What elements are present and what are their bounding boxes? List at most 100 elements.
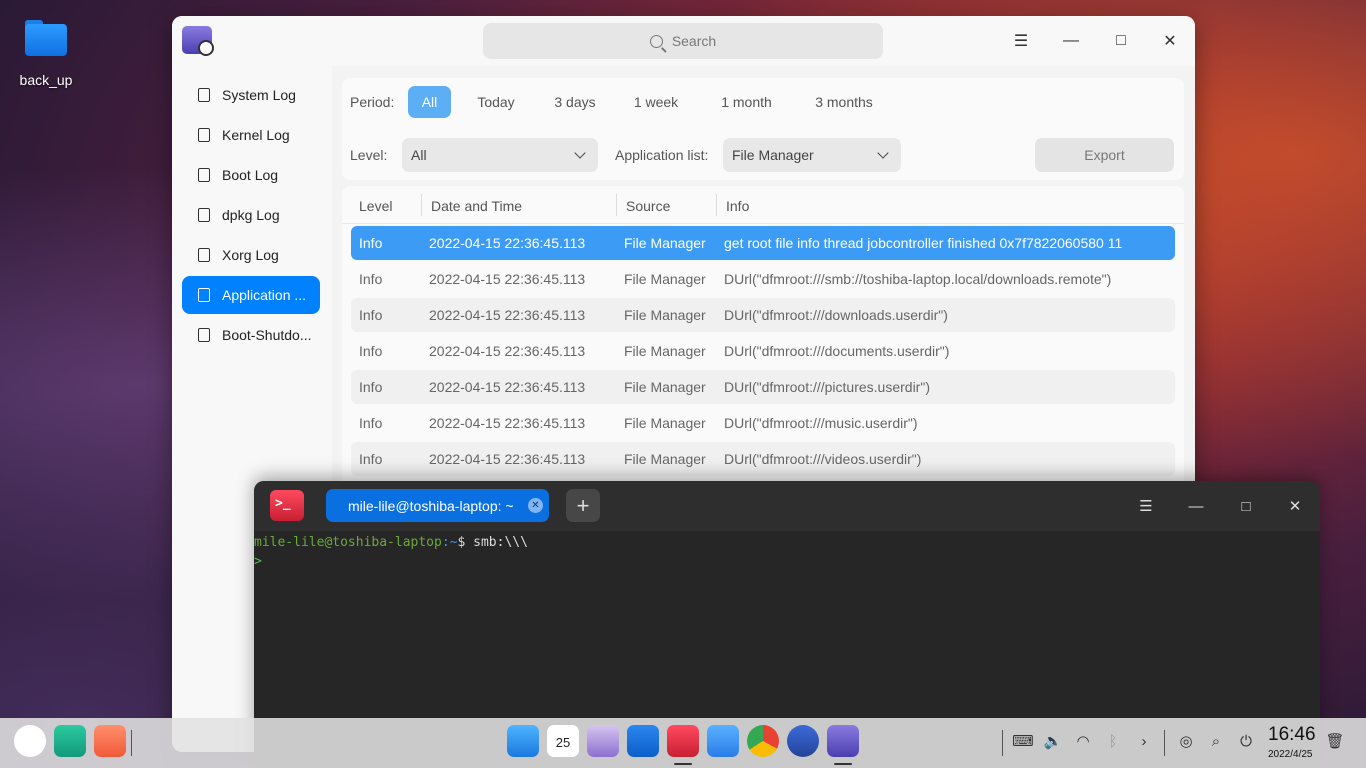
xorg-log-icon [198, 248, 210, 262]
system-monitor-icon[interactable]: ◎ [1175, 730, 1197, 752]
app-store-icon[interactable] [627, 725, 659, 757]
sidebar-item-kernel-log[interactable]: Kernel Log [182, 116, 320, 154]
sidebar-item-application-log[interactable]: Application ... [182, 276, 320, 314]
application-list-select[interactable]: File Manager [723, 138, 901, 172]
keyboard-icon[interactable]: ⌨ [1012, 730, 1034, 752]
bluetooth-icon[interactable]: ᛒ [1102, 730, 1124, 752]
column-header-datetime[interactable]: Date and Time [431, 198, 522, 214]
sidebar-item-label: Xorg Log [222, 247, 279, 263]
workspace-icon[interactable] [94, 725, 126, 757]
period-today-button[interactable]: Today [466, 86, 526, 118]
sidebar-item-label: dpkg Log [222, 207, 280, 223]
export-button[interactable]: Export [1035, 138, 1174, 172]
prompt-user: mile-lile@toshiba-laptop [254, 535, 442, 550]
terminal-menu-icon[interactable]: ☰ [1134, 494, 1158, 518]
column-header-source[interactable]: Source [626, 198, 670, 214]
sidebar-item-system-log[interactable]: System Log [182, 76, 320, 114]
taskbar: 25 ⌨ 🔈 ◠ ᛒ › ◎ ⌕ ⏻ 16:46 2022/4/25 🗑 [0, 718, 1366, 768]
log-viewer-dock-icon[interactable] [827, 725, 859, 757]
table-row[interactable]: Info 2022-04-15 22:36:45.113 File Manage… [351, 370, 1175, 404]
terminal-dock-icon[interactable] [667, 725, 699, 757]
cell-datetime: 2022-04-15 22:36:45.113 [429, 415, 586, 431]
expand-tray-icon[interactable]: › [1133, 730, 1155, 752]
cell-info: DUrl("dfmroot:///documents.userdir") [724, 343, 950, 359]
calendar-icon[interactable]: 25 [547, 725, 579, 757]
chevron-down-icon [574, 147, 586, 159]
sidebar-item-xorg-log[interactable]: Xorg Log [182, 236, 320, 274]
period-1-month-button[interactable]: 1 month [708, 86, 785, 118]
minimize-button[interactable]: — [1058, 28, 1084, 54]
table-row[interactable]: Info 2022-04-15 22:36:45.113 File Manage… [351, 262, 1175, 296]
cell-datetime: 2022-04-15 22:36:45.113 [429, 307, 586, 323]
terminal-tab[interactable]: mile-lile@toshiba-laptop: ~ ✕ [326, 489, 549, 522]
cell-level: Info [359, 415, 383, 431]
sidebar-item-boot-log[interactable]: Boot Log [182, 156, 320, 194]
period-3-months-button[interactable]: 3 months [805, 86, 883, 118]
application-list-label: Application list: [615, 147, 709, 163]
cell-level: Info [359, 379, 383, 395]
table-row[interactable]: Info 2022-04-15 22:36:45.113 File Manage… [351, 298, 1175, 332]
close-button[interactable]: ✕ [1157, 28, 1183, 54]
cell-info: get root file info thread jobcontroller … [724, 235, 1123, 251]
period-all-button[interactable]: All [408, 86, 451, 118]
search-input[interactable]: Search [483, 23, 883, 59]
cell-source: File Manager [624, 235, 706, 251]
table-row[interactable]: Info 2022-04-15 22:36:45.113 File Manage… [351, 226, 1175, 260]
desktop-icon-back-up[interactable]: back_up [14, 18, 78, 88]
sidebar-item-label: Boot-Shutdo... [222, 327, 312, 343]
file-manager-icon[interactable] [507, 725, 539, 757]
table-row[interactable]: Info 2022-04-15 22:36:45.113 File Manage… [351, 406, 1175, 440]
prompt-symbol: $ [457, 535, 474, 550]
wifi-icon[interactable]: ◠ [1072, 730, 1094, 752]
column-header-info[interactable]: Info [726, 198, 749, 214]
cell-info: DUrl("dfmroot:///smb://toshiba-laptop.lo… [724, 271, 1112, 287]
period-1-week-button[interactable]: 1 week [623, 86, 689, 118]
power-icon[interactable]: ⏻ [1235, 730, 1257, 752]
launcher-icon[interactable] [14, 725, 46, 757]
dpkg-log-icon [198, 208, 210, 222]
terminal-command: smb:\\\ [473, 535, 528, 550]
terminal-close-button[interactable]: ✕ [1283, 494, 1307, 518]
cell-source: File Manager [624, 415, 706, 431]
sidebar-item-label: Application ... [222, 287, 307, 303]
cell-datetime: 2022-04-15 22:36:45.113 [429, 271, 586, 287]
column-header-level[interactable]: Level [359, 198, 392, 214]
settings-gear-icon[interactable] [787, 725, 819, 757]
search-icon[interactable]: ⌕ [1205, 730, 1227, 752]
application-log-icon [198, 288, 210, 302]
level-select[interactable]: All [402, 138, 598, 172]
sidebar-item-label: Boot Log [222, 167, 279, 183]
boot-shutdown-log-icon [198, 328, 210, 342]
sidebar-item-boot-shutdown-log[interactable]: Boot-Shutdo... [182, 316, 320, 354]
cell-info: DUrl("dfmroot:///videos.userdir") [724, 451, 922, 467]
kernel-log-icon [198, 128, 210, 142]
cell-source: File Manager [624, 271, 706, 287]
terminal-output[interactable]: mile-lile@toshiba-laptop:~$ smb:\\\ > [254, 533, 528, 571]
trash-icon[interactable]: 🗑 [1324, 730, 1346, 752]
sidebar-item-label: Kernel Log [222, 127, 290, 143]
menu-icon[interactable]: ☰ [1008, 28, 1034, 54]
table-row[interactable]: Info 2022-04-15 22:36:45.113 File Manage… [351, 334, 1175, 368]
multitask-view-icon[interactable] [54, 725, 86, 757]
cell-level: Info [359, 235, 383, 251]
terminal-titlebar: >_ mile-lile@toshiba-laptop: ~ ✕ + ☰ — □… [254, 481, 1320, 531]
titlebar: Search ☰ — □ ✕ [172, 16, 1195, 66]
maximize-button[interactable]: □ [1108, 28, 1134, 54]
period-3-days-button[interactable]: 3 days [542, 86, 608, 118]
terminal-maximize-button[interactable]: □ [1234, 494, 1258, 518]
camera-icon[interactable] [587, 725, 619, 757]
cell-info: DUrl("dfmroot:///downloads.userdir") [724, 307, 948, 323]
cell-info: DUrl("dfmroot:///music.userdir") [724, 415, 918, 431]
table-row[interactable]: Info 2022-04-15 22:36:45.113 File Manage… [351, 442, 1175, 476]
chrome-browser-icon[interactable] [747, 725, 779, 757]
tab-close-icon[interactable]: ✕ [528, 498, 543, 513]
clock-time[interactable]: 16:46 [1268, 724, 1316, 746]
sidebar-item-dpkg-log[interactable]: dpkg Log [182, 196, 320, 234]
period-label: Period: [350, 94, 395, 110]
new-tab-button[interactable]: + [566, 489, 600, 522]
calculator-icon[interactable] [707, 725, 739, 757]
terminal-app-icon: >_ [270, 490, 304, 521]
volume-icon[interactable]: 🔈 [1042, 730, 1064, 752]
terminal-minimize-button[interactable]: — [1184, 494, 1208, 518]
clock-date[interactable]: 2022/4/25 [1268, 749, 1313, 760]
